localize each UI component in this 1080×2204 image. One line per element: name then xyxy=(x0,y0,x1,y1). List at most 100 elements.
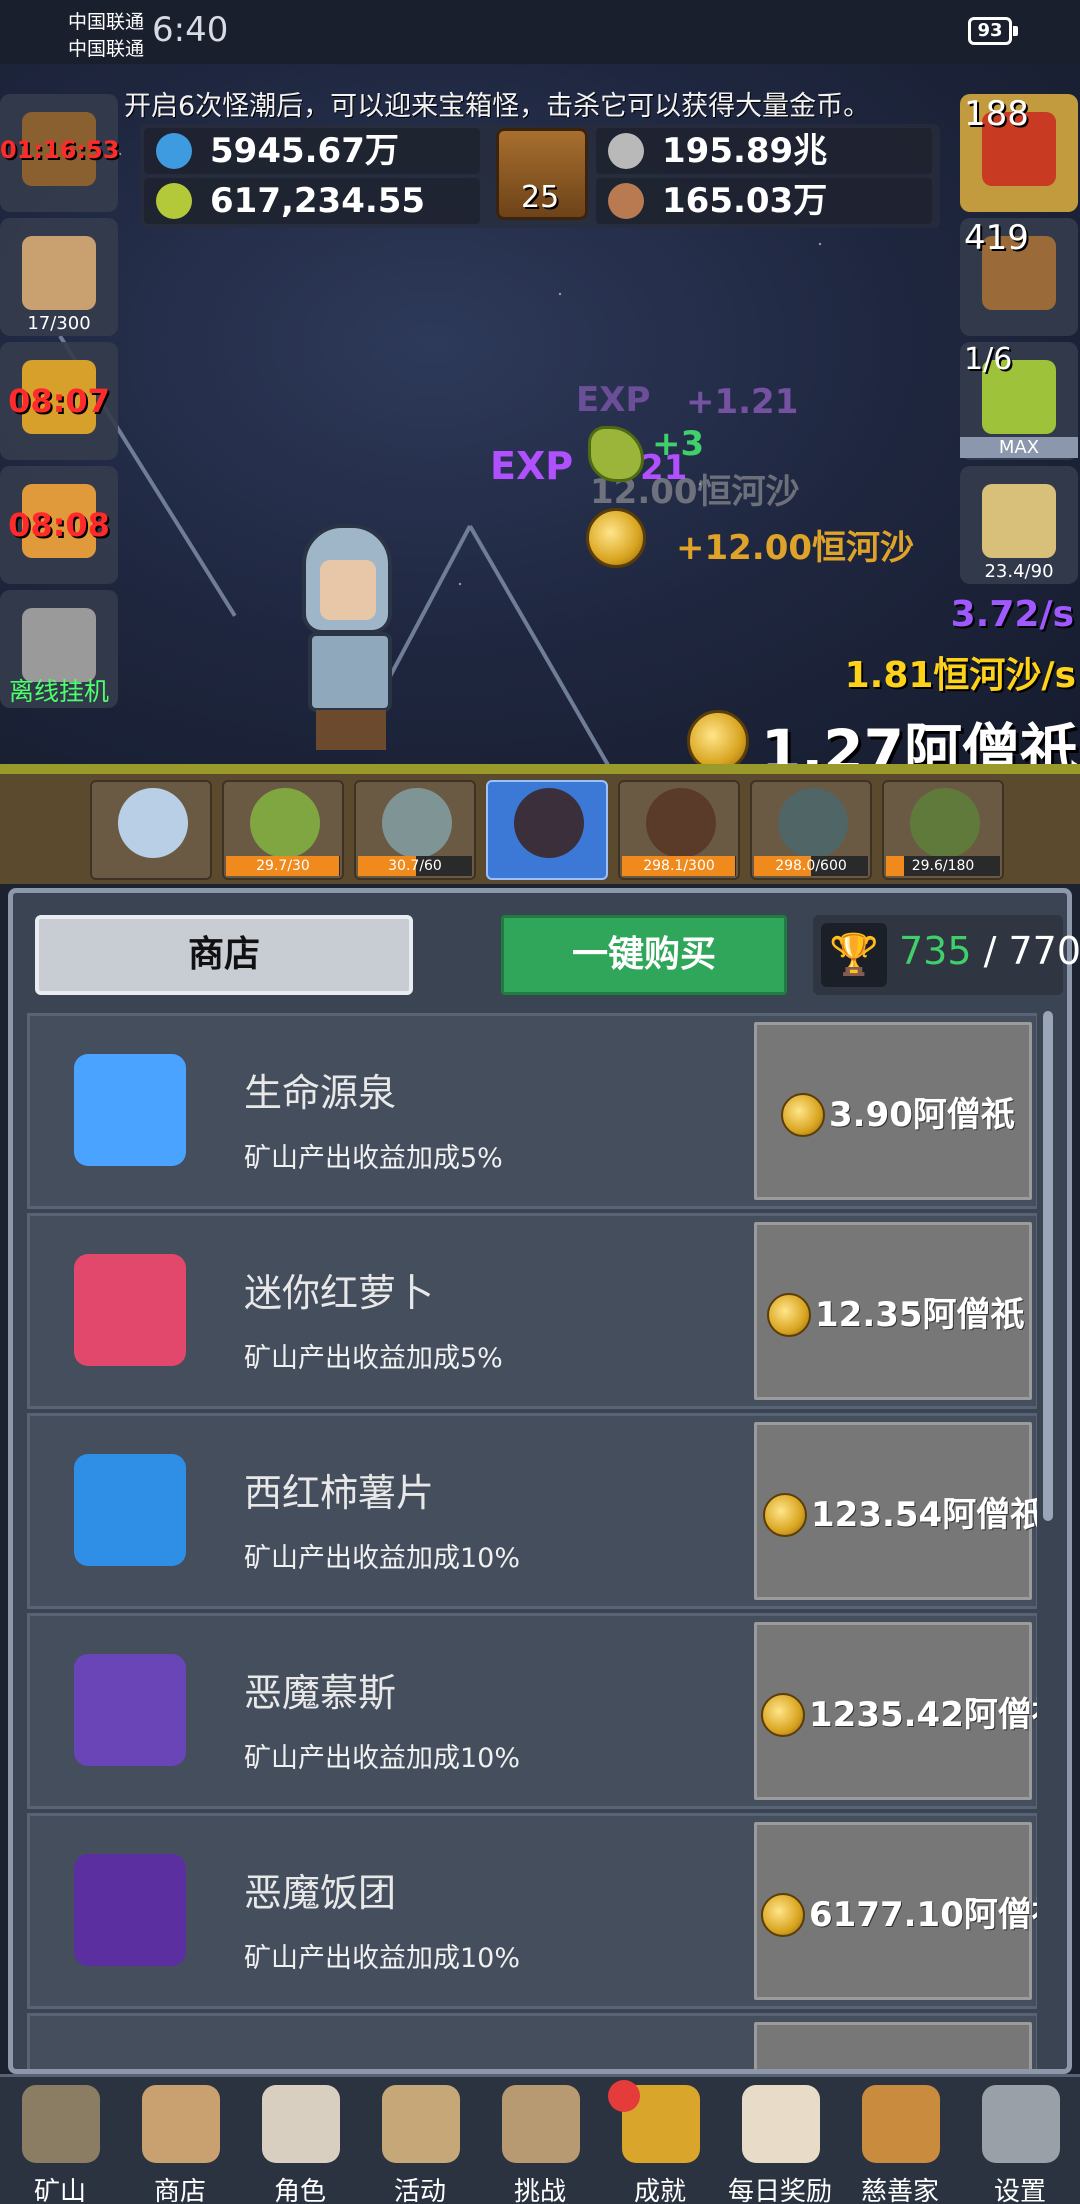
monster-slot-ghoul[interactable]: 298.0/600 xyxy=(750,780,872,880)
meat-value: 165.03万 xyxy=(662,181,828,221)
torch-button[interactable]: 01:16:53 xyxy=(0,94,120,212)
nav-bread-loaf[interactable]: 慈善家 xyxy=(840,2081,960,2204)
nav-map[interactable]: 挑战 xyxy=(480,2081,600,2204)
nav-label: 成就 xyxy=(633,2177,686,2204)
orc-icon xyxy=(910,788,980,858)
nav-label: 慈善家 xyxy=(860,2177,939,2204)
shop-item-list[interactable]: 生命源泉 矿山产出收益加成5% 3.90阿僧祇 迷你红萝卜 矿山产出收益加成5% 12.3… xyxy=(27,1011,1037,2069)
gear-icon xyxy=(982,2085,1060,2163)
letter-icon xyxy=(742,2085,820,2163)
buy-button[interactable]: 6177.10阿僧祇 xyxy=(754,1822,1037,2000)
monster-slot-egg[interactable] xyxy=(90,780,212,880)
trophy-value: 735 / 770 xyxy=(899,929,1080,973)
sword-progress: 23.4/90 xyxy=(984,561,1054,582)
game-scene[interactable]: 开启6次怪潮后，可以迎来宝箱怪，击杀它可以获得大量金币。 5945.67万 61… xyxy=(0,64,1080,764)
hero-character xyxy=(290,524,410,754)
bat-icon xyxy=(514,788,584,858)
green-potion-counter: 617,234.55 xyxy=(144,178,480,224)
gold-coin-icon xyxy=(781,1093,825,1137)
golden-cross-button[interactable]: 08:07 xyxy=(0,342,118,460)
nav-letter[interactable]: 每日奖励 xyxy=(720,2081,840,2204)
chest-count: 419 xyxy=(964,218,1029,258)
slime-drop-icon xyxy=(588,426,644,482)
lantern-icon xyxy=(22,2085,100,2163)
monster-slot-spider[interactable]: 298.1/300 xyxy=(618,780,740,880)
sword-icon xyxy=(982,484,1056,558)
shop-scrollbar[interactable] xyxy=(1043,1011,1053,1521)
battery-icon: 93 xyxy=(968,17,1018,45)
monster-hp-label: 30.7/60 xyxy=(388,858,442,874)
hero-face xyxy=(320,560,376,620)
carrier-label-2: 中国联通 xyxy=(68,38,145,60)
book-level: 25 xyxy=(521,180,560,215)
monster-hp-bar: 298.0/600 xyxy=(754,856,868,876)
nav-label: 每日奖励 xyxy=(727,2177,832,2204)
nav-label: 挑战 xyxy=(513,2177,566,2204)
shop-item: 迷你红萝卜 矿山产出收益加成5% 12.35阿僧祇 xyxy=(27,1213,1037,1409)
monster-hp-bar: 29.6/180 xyxy=(886,856,1000,876)
nav-gear[interactable]: 设置 xyxy=(960,2081,1080,2204)
gold-coin-icon xyxy=(761,1893,805,1937)
shop-tab[interactable]: 商店 xyxy=(35,915,413,995)
floating-exp-label-2: EXP xyxy=(490,444,574,488)
gold-coin-icon xyxy=(767,1293,811,1337)
red-potion-button[interactable]: 188 xyxy=(960,94,1078,212)
bread-timer: 08:08 xyxy=(8,506,110,544)
trophy-total: / 770 xyxy=(971,929,1080,973)
gold-total-value: 1.27阿僧祇 xyxy=(760,717,1078,764)
gold-coin-icon xyxy=(761,1693,805,1737)
buy-price: 6177.10阿僧祇 xyxy=(809,1895,1037,1935)
buy-button[interactable]: 3.90阿僧祇 xyxy=(754,1022,1032,1200)
beer-button[interactable]: 17/300 xyxy=(0,218,118,336)
blue-potion-icon xyxy=(156,133,192,169)
beer-icon xyxy=(22,236,96,310)
nav-label: 角色 xyxy=(273,2177,326,2204)
floating-exp-label: EXP xyxy=(576,380,651,420)
sword-button[interactable]: 23.4/90 xyxy=(960,466,1078,584)
monster-slot-bat[interactable] xyxy=(486,780,608,880)
buy-price: 12.35阿僧祇 xyxy=(815,1295,1025,1335)
buy-button[interactable]: 1235.42阿僧祇 xyxy=(754,1622,1037,1800)
shop-item: 西红柿薯片 矿山产出收益加成10% 123.54阿僧祇 xyxy=(27,1413,1037,1609)
hero-body xyxy=(308,632,392,712)
silver-coin-counter: 195.89兆 xyxy=(596,128,932,174)
monster-slot-slime[interactable]: 29.7/30 xyxy=(222,780,344,880)
red-potion-count: 188 xyxy=(964,94,1029,134)
shop-item-name: 恶魔饭团 xyxy=(244,1871,397,1915)
monster-hp-fill xyxy=(886,856,905,876)
buy-button[interactable]: 123.54阿僧祇 xyxy=(754,1422,1037,1600)
floating-exp-gain: +1.21 xyxy=(686,382,799,422)
scroll-icon xyxy=(142,2085,220,2163)
torch-timer: 01:16:53 xyxy=(0,136,120,164)
treasure-chest-button[interactable]: 419 xyxy=(960,218,1078,336)
mine-structure xyxy=(468,525,617,764)
nav-skull[interactable]: 角色 xyxy=(240,2081,360,2204)
book-button[interactable]: 25 xyxy=(496,128,588,220)
blue-potion-value: 5945.67万 xyxy=(210,131,399,171)
radish-icon xyxy=(74,1254,186,1366)
shop-item-desc: 矿山产出收益加成5% xyxy=(244,1343,503,1374)
shop-panel: 商店 一键购买 🏆 735 / 770 生命源泉 矿山产出收益加成5% 3.90阿僧… xyxy=(8,888,1080,2074)
buy-button[interactable]: 12.35阿僧祇 xyxy=(754,1222,1032,1400)
tip-banner: 开启6次怪潮后，可以迎来宝箱怪，击杀它可以获得大量金币。 xyxy=(124,91,871,122)
buy-price: 123.54阿僧祇 xyxy=(811,1495,1037,1535)
beer-counter: 17/300 xyxy=(27,313,91,334)
silver-coin-value: 195.89兆 xyxy=(662,131,828,171)
buy-price: 1235.42阿僧祇 xyxy=(809,1695,1037,1735)
nav-scroll[interactable]: 商店 xyxy=(120,2081,240,2204)
nav-label: 矿山 xyxy=(33,2177,86,2204)
slime-button[interactable]: 1/6 MAX xyxy=(960,342,1078,460)
buy-button[interactable] xyxy=(754,2022,1032,2069)
nav-parchment[interactable]: 活动 xyxy=(360,2081,480,2204)
shop-item-name: 生命源泉 xyxy=(244,1071,397,1115)
nav-lantern[interactable]: 矿山 xyxy=(0,2081,120,2204)
buy-all-button[interactable]: 一键购买 xyxy=(501,915,787,995)
monster-hp-label: 298.1/300 xyxy=(643,858,715,874)
monster-slot-zombie[interactable]: 30.7/60 xyxy=(354,780,476,880)
map-icon xyxy=(502,2085,580,2163)
gold-coin-icon xyxy=(686,710,749,764)
offline-idle-button[interactable]: 离线挂机 xyxy=(0,590,118,708)
monster-slot-orc[interactable]: 29.6/180 xyxy=(882,780,1004,880)
bread-button[interactable]: 08:08 xyxy=(0,466,118,584)
nav-label: 设置 xyxy=(993,2177,1046,2204)
